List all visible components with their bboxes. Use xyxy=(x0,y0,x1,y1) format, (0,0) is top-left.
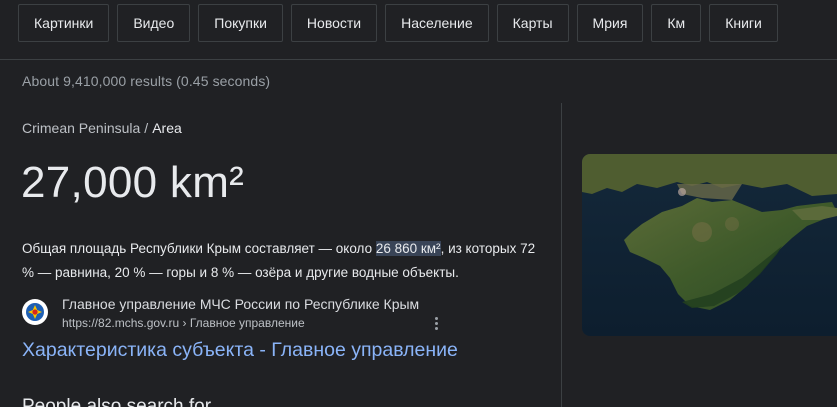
breadcrumb-parent[interactable]: Crimean Peninsula xyxy=(22,120,140,136)
breadcrumb-separator: / xyxy=(144,120,149,136)
snippet-highlight: 26 860 км² xyxy=(375,241,441,256)
featured-snippet: Общая площадь Республики Крым составляет… xyxy=(22,237,542,285)
chip-mriya[interactable]: Мрия xyxy=(576,4,644,42)
snippet-text-before: Общая площадь Республики Крым составляет… xyxy=(22,241,376,256)
panel-divider xyxy=(561,103,562,407)
chip-books[interactable]: Книги xyxy=(709,4,778,42)
search-results-page: Картинки Видео Покупки Новости Население… xyxy=(0,0,837,407)
featured-answer: 27,000 km² xyxy=(21,158,245,207)
chip-population[interactable]: Население xyxy=(385,4,489,42)
people-also-search-heading: People also search for xyxy=(22,396,212,407)
mchs-emblem-icon-svg xyxy=(26,303,44,321)
more-vert-icon[interactable] xyxy=(428,314,444,332)
breadcrumb-current: Area xyxy=(152,120,182,136)
source-attribution[interactable]: Главное управление МЧС России по Республ… xyxy=(22,296,452,332)
crimea-satellite-image[interactable] xyxy=(582,154,837,336)
source-url[interactable]: https://82.mchs.gov.ru › Главное управле… xyxy=(62,316,305,330)
header-divider xyxy=(0,59,837,60)
result-title-link[interactable]: Характеристика субъекта - Главное управл… xyxy=(22,339,458,362)
chip-km[interactable]: Км xyxy=(651,4,702,42)
breadcrumb: Crimean Peninsula / Area xyxy=(22,120,182,136)
filter-chips: Картинки Видео Покупки Новости Население… xyxy=(18,4,778,42)
chip-news[interactable]: Новости xyxy=(290,4,378,42)
chip-video[interactable]: Видео xyxy=(117,4,191,42)
chip-shopping[interactable]: Покупки xyxy=(198,4,283,42)
result-stats: About 9,410,000 results (0.45 seconds) xyxy=(22,73,271,89)
mchs-emblem-icon xyxy=(22,299,48,325)
chip-maps[interactable]: Карты xyxy=(496,4,569,42)
source-name[interactable]: Главное управление МЧС России по Республ… xyxy=(62,296,419,312)
crimea-satellite-svg xyxy=(582,154,837,336)
chip-images[interactable]: Картинки xyxy=(18,4,110,42)
